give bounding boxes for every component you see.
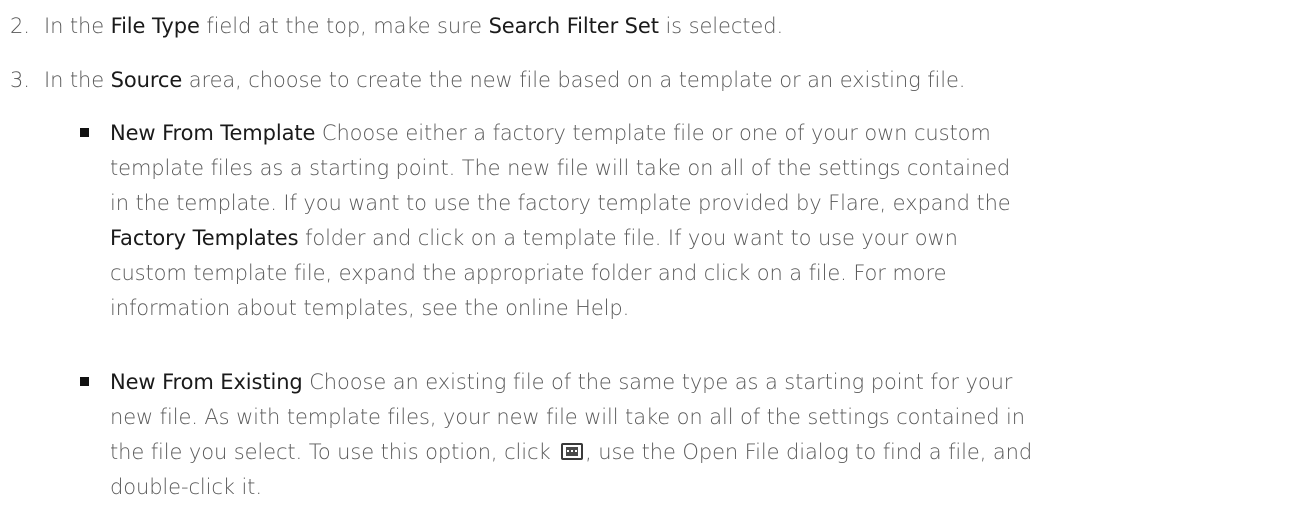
ui-term-source: Source <box>110 68 183 92</box>
step-text: In the File Type field at the top, make … <box>44 14 783 38</box>
text-run: folder and click on a template file. If … <box>298 226 958 250</box>
paragraph-line: in the template. If you want to use the … <box>110 191 1011 215</box>
bullet-new-from-template: New From Template Choose either a factor… <box>110 116 1290 326</box>
paragraph-line: new file. As with template files, your n… <box>110 405 1025 429</box>
text-run: In the <box>44 14 111 38</box>
paragraph-line: New From Existing Choose an existing fil… <box>110 365 1290 400</box>
ui-term-file-type: File Type <box>110 14 200 38</box>
step-number: 2. <box>10 14 30 38</box>
text-run: , use the Open File dialog to find a fil… <box>585 440 1033 464</box>
text-run: In the <box>44 68 111 92</box>
bullet-new-from-existing: New From Existing Choose an existing fil… <box>110 365 1290 505</box>
ui-term-search-filter-set: Search Filter Set <box>488 14 659 38</box>
bullet-square-icon <box>80 128 89 137</box>
text-run: Choose either a factory template file or… <box>315 121 991 145</box>
text-run: is selected. <box>658 14 784 38</box>
paragraph-line: custom template file, expand the appropr… <box>110 261 947 285</box>
paragraph-line: New From Template Choose either a factor… <box>110 116 1290 151</box>
bullet-square-icon <box>80 377 89 386</box>
ui-term-new-from-existing: New From Existing <box>110 370 303 394</box>
ui-term-factory-templates: Factory Templates <box>110 226 299 250</box>
paragraph-line: information about templates, see the onl… <box>110 296 630 320</box>
browse-button-icon <box>561 442 584 460</box>
paragraph-line: double-click it. <box>110 475 262 499</box>
paragraph-line: Factory Templates folder and click on a … <box>110 221 1290 256</box>
paragraph-line: template files as a starting point. The … <box>110 156 1011 180</box>
text-run: the file you select. To use this option,… <box>110 440 558 464</box>
paragraph-line: the file you select. To use this option,… <box>110 435 1290 470</box>
step-number: 3. <box>10 68 30 92</box>
text-run: Choose an existing file of the same type… <box>302 370 1013 394</box>
step-text: In the Source area, choose to create the… <box>44 68 965 92</box>
ui-term-new-from-template: New From Template <box>110 121 316 145</box>
text-run: area, choose to create the new file base… <box>182 68 966 92</box>
text-run: field at the top, make sure <box>199 14 489 38</box>
